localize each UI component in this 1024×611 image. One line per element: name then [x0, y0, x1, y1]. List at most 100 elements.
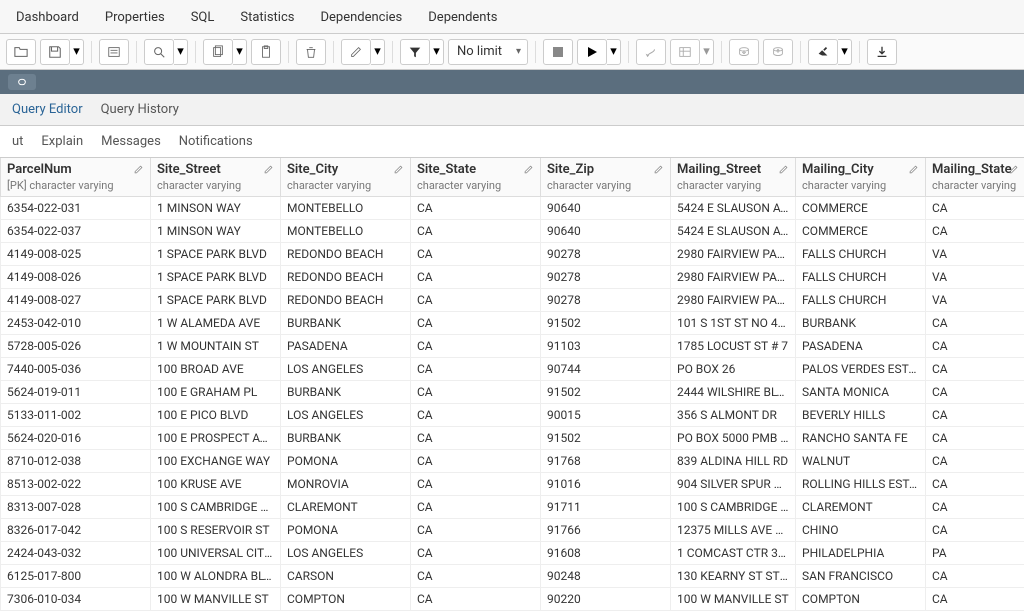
table-row[interactable]: 6125-017-800100 W ALONDRA BLVDCARSONCA90… — [1, 565, 1024, 588]
table-cell[interactable]: REDONDO BEACH — [281, 243, 411, 266]
table-row[interactable]: 5624-019-011100 E GRAHAM PLBURBANKCA9150… — [1, 381, 1024, 404]
table-cell[interactable]: CA — [926, 473, 1024, 496]
table-cell[interactable]: 904 SILVER SPUR RD #... — [671, 473, 796, 496]
table-cell[interactable]: WALNUT — [796, 450, 926, 473]
table-cell[interactable]: 100 BROAD AVE — [151, 358, 281, 381]
table-cell[interactable]: CA — [926, 496, 1024, 519]
table-cell[interactable]: 5424 E SLAUSON AVE — [671, 220, 796, 243]
table-cell[interactable]: 100 E PICO BLVD — [151, 404, 281, 427]
table-cell[interactable]: 1 COMCAST CTR 32ND... — [671, 542, 796, 565]
table-cell[interactable]: CA — [411, 404, 541, 427]
search-caret[interactable]: ▾ — [174, 39, 188, 65]
table-cell[interactable]: CA — [926, 519, 1024, 542]
table-cell[interactable]: CA — [411, 358, 541, 381]
table-cell[interactable]: 100 UNIVERSAL CITY ... — [151, 542, 281, 565]
main-tab-dependencies[interactable]: Dependencies — [310, 4, 412, 33]
table-row[interactable]: 8313-007-028100 S CAMBRIDGE AVECLAREMONT… — [1, 496, 1024, 519]
table-row[interactable]: 4149-008-0261 SPACE PARK BLVDREDONDO BEA… — [1, 266, 1024, 289]
table-cell[interactable]: COMMERCE — [796, 220, 926, 243]
execute-button[interactable] — [577, 39, 607, 65]
table-cell[interactable]: CA — [926, 427, 1024, 450]
table-cell[interactable]: 100 W MANVILLE ST — [151, 588, 281, 611]
table-cell[interactable]: 91502 — [541, 381, 671, 404]
table-cell[interactable]: CA — [926, 312, 1024, 335]
table-cell[interactable]: 5624-020-016 — [1, 427, 151, 450]
table-cell[interactable]: CA — [411, 289, 541, 312]
table-cell[interactable]: VA — [926, 266, 1024, 289]
table-cell[interactable]: CA — [411, 427, 541, 450]
table-row[interactable]: 4149-008-0251 SPACE PARK BLVDREDONDO BEA… — [1, 243, 1024, 266]
table-cell[interactable]: 100 S CAMBRIDGE AVE — [671, 496, 796, 519]
output-tab-messages[interactable]: Messages — [101, 134, 161, 149]
table-cell[interactable]: RANCHO SANTA FE — [796, 427, 926, 450]
edit-caret[interactable]: ▾ — [371, 39, 385, 65]
table-cell[interactable]: 2980 FAIRVIEW PARK ... — [671, 266, 796, 289]
table-cell[interactable]: CLAREMONT — [796, 496, 926, 519]
table-cell[interactable]: 2444 WILSHIRE BLVD ... — [671, 381, 796, 404]
table-row[interactable]: 7306-010-034100 W MANVILLE STCOMPTONCA90… — [1, 588, 1024, 611]
table-cell[interactable]: 130 KEARNY ST STE 3... — [671, 565, 796, 588]
table-cell[interactable]: CA — [926, 404, 1024, 427]
tab-query-editor[interactable]: Query Editor — [12, 102, 83, 117]
main-tab-properties[interactable]: Properties — [95, 4, 175, 33]
table-cell[interactable]: 100 E PROSPECT AVE — [151, 427, 281, 450]
table-cell[interactable]: SAN FRANCISCO — [796, 565, 926, 588]
table-cell[interactable]: 6125-017-800 — [1, 565, 151, 588]
table-cell[interactable]: CA — [926, 220, 1024, 243]
table-cell[interactable]: CHINO — [796, 519, 926, 542]
table-cell[interactable]: LOS ANGELES — [281, 542, 411, 565]
table-cell[interactable]: CA — [926, 450, 1024, 473]
pencil-icon[interactable] — [778, 164, 789, 179]
table-cell[interactable]: CA — [926, 197, 1024, 220]
table-cell[interactable]: 1 W MOUNTAIN ST — [151, 335, 281, 358]
pencil-icon[interactable] — [908, 164, 919, 179]
table-cell[interactable]: COMMERCE — [796, 197, 926, 220]
table-cell[interactable]: 1 SPACE PARK BLVD — [151, 289, 281, 312]
table-cell[interactable]: CLAREMONT — [281, 496, 411, 519]
table-cell[interactable]: POMONA — [281, 519, 411, 542]
explain-button[interactable] — [636, 39, 666, 65]
limit-select[interactable]: No limit — [448, 39, 528, 65]
table-cell[interactable]: 8313-007-028 — [1, 496, 151, 519]
table-row[interactable]: 5133-011-002100 E PICO BLVDLOS ANGELESCA… — [1, 404, 1024, 427]
table-cell[interactable]: LOS ANGELES — [281, 404, 411, 427]
column-header[interactable]: Site_Zipcharacter varying — [541, 158, 671, 197]
column-header[interactable]: ParcelNum[PK] character varying — [1, 158, 151, 197]
table-cell[interactable]: 5624-019-011 — [1, 381, 151, 404]
table-row[interactable]: 5624-020-016100 E PROSPECT AVEBURBANKCA9… — [1, 427, 1024, 450]
table-cell[interactable]: 1 MINSON WAY — [151, 220, 281, 243]
table-cell[interactable]: 91768 — [541, 450, 671, 473]
table-cell[interactable]: 4149-008-026 — [1, 266, 151, 289]
table-cell[interactable]: 8710-012-038 — [1, 450, 151, 473]
table-cell[interactable]: 2980 FAIRVIEW PARK ... — [671, 289, 796, 312]
pencil-icon[interactable] — [653, 164, 664, 179]
find-replace-button[interactable] — [99, 39, 129, 65]
table-cell[interactable]: CA — [926, 565, 1024, 588]
table-cell[interactable]: 8326-017-042 — [1, 519, 151, 542]
table-row[interactable]: 8513-002-022100 KRUSE AVEMONROVIACA91016… — [1, 473, 1024, 496]
filter-button[interactable] — [400, 39, 430, 65]
pencil-icon[interactable] — [133, 164, 144, 179]
table-cell[interactable]: CA — [411, 197, 541, 220]
filter-caret[interactable]: ▾ — [430, 39, 444, 65]
table-cell[interactable]: COMPTON — [281, 588, 411, 611]
table-cell[interactable]: 7306-010-034 — [1, 588, 151, 611]
table-cell[interactable]: CA — [411, 243, 541, 266]
table-cell[interactable]: 90744 — [541, 358, 671, 381]
table-cell[interactable]: 356 S ALMONT DR — [671, 404, 796, 427]
table-cell[interactable]: 91016 — [541, 473, 671, 496]
table-cell[interactable]: CA — [926, 335, 1024, 358]
download-button[interactable] — [867, 39, 897, 65]
table-cell[interactable]: 91103 — [541, 335, 671, 358]
copy-caret[interactable]: ▾ — [233, 39, 247, 65]
table-cell[interactable]: 91502 — [541, 312, 671, 335]
copy-button[interactable] — [203, 39, 233, 65]
table-cell[interactable]: 1 SPACE PARK BLVD — [151, 243, 281, 266]
table-cell[interactable]: 5133-011-002 — [1, 404, 151, 427]
clear-button[interactable] — [808, 39, 838, 65]
main-tab-dashboard[interactable]: Dashboard — [6, 4, 89, 33]
table-cell[interactable]: 5424 E SLAUSON AVE — [671, 197, 796, 220]
table-cell[interactable]: PO BOX 26 — [671, 358, 796, 381]
output-tab-explain[interactable]: Explain — [41, 134, 83, 149]
table-cell[interactable]: CA — [926, 381, 1024, 404]
